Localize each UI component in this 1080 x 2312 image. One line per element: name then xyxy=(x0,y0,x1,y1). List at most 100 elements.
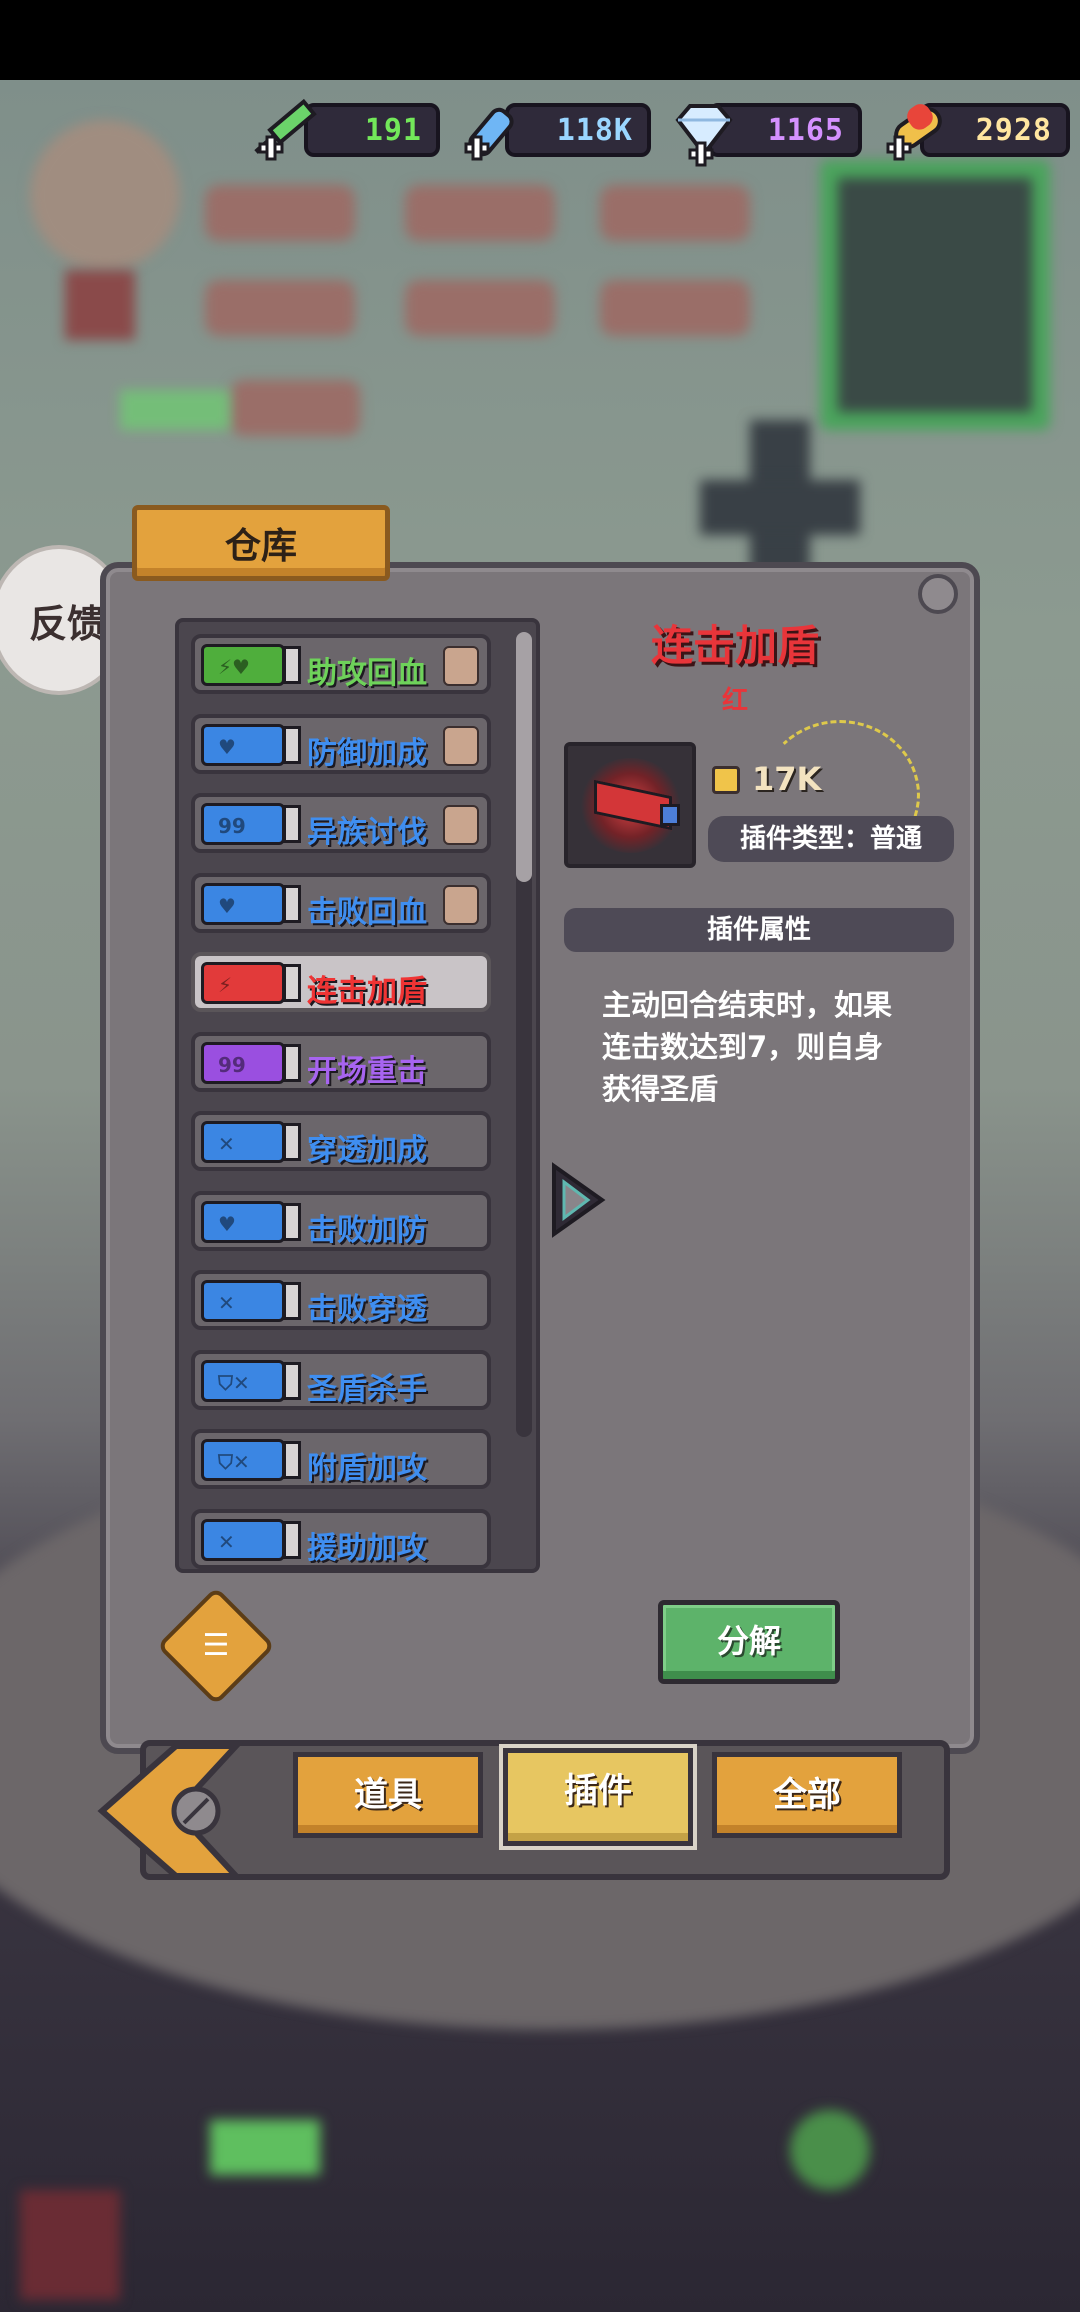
syringe-plus-icon[interactable] xyxy=(248,92,328,172)
character-avatar-icon xyxy=(443,805,479,845)
plug-connector xyxy=(283,964,301,1002)
tab-all[interactable]: 全部 xyxy=(712,1752,902,1838)
plugin-symbol: ♥ xyxy=(218,734,236,759)
plugin-symbol: 99 xyxy=(218,814,246,838)
plugin-list-item-label: 圣盾杀手 xyxy=(307,1371,427,1407)
plugin-list-item[interactable]: ♥ 防御加成 xyxy=(191,713,491,774)
plugin-list-item[interactable]: 99 异族讨伐 xyxy=(191,793,491,853)
plugin-list-item[interactable]: ⚡♥ 助攻回血 xyxy=(191,634,491,694)
plugin-icon: ♥ xyxy=(201,1200,285,1243)
diamond-plus-icon[interactable] xyxy=(664,92,744,172)
plug-connector xyxy=(283,725,301,764)
plugin-list-item-label: 防御加成 xyxy=(307,735,427,771)
background-object xyxy=(20,2190,120,2300)
plugin-name: 连击加盾 xyxy=(650,621,819,670)
plugin-list-item[interactable]: 99 开场重击 xyxy=(191,1031,491,1092)
plug-tip xyxy=(660,804,680,826)
character-avatar-icon xyxy=(443,884,479,925)
plugin-list-item[interactable]: ⚡ 连击加盾 xyxy=(191,952,491,1012)
background-highlight xyxy=(210,2120,320,2175)
background-plate xyxy=(405,280,555,336)
plugin-list-item[interactable]: ♥ 击败回血 xyxy=(191,872,491,933)
background-plate xyxy=(600,280,750,336)
plugin-list-item-label: 穿透加成 xyxy=(307,1133,427,1168)
background-highlight xyxy=(790,2110,870,2190)
plug-connector xyxy=(283,1202,301,1241)
plugin-list-item-label: 异族讨伐 xyxy=(307,815,427,850)
plugin-image xyxy=(564,742,696,868)
tab-items[interactable]: 道具 xyxy=(293,1752,483,1838)
plugin-list-item-label: 援助加攻 xyxy=(307,1530,427,1566)
background-portrait xyxy=(820,160,1050,430)
resource-pill-value: 2928 xyxy=(975,113,1052,148)
plugin-list[interactable]: ⚡♥ 助攻回血 ♥ 防御加成 99 异族讨伐 ♥ 击败回血 ⚡ 连击加盾 99 开场重击 ✕ 穿透加成 ♥ 击… xyxy=(175,618,540,1573)
plugin-icon: ✕ xyxy=(201,1280,285,1322)
background-plate xyxy=(205,280,355,336)
feedback-label: 反馈 xyxy=(28,601,105,646)
plugin-list-item[interactable]: ✕ 击败穿透 xyxy=(191,1270,491,1330)
plugin-list-item-label: 击败穿透 xyxy=(307,1292,427,1327)
plugin-list-item-label: 附盾加攻 xyxy=(307,1451,427,1486)
plugin-list-item-label: 击败加防 xyxy=(307,1212,427,1248)
plugin-icon: ♥ xyxy=(201,882,285,925)
plug-connector xyxy=(283,1441,301,1479)
plugin-list-item-label: 开场重击 xyxy=(307,1053,427,1089)
plugin-icon: ♥ xyxy=(201,723,285,766)
plug-connector xyxy=(283,1282,301,1320)
back-arrow-icon[interactable] xyxy=(96,1736,246,1886)
attributes-header: 插件属性 xyxy=(564,908,954,952)
plugin-symbol: 99 xyxy=(218,1052,246,1077)
background-cross xyxy=(700,480,860,535)
plugin-symbol: ✕ xyxy=(218,1291,235,1315)
plugin-rarity: 红 xyxy=(721,686,748,716)
plugin-symbol: ⚡♥ xyxy=(218,655,250,679)
plugin-list-item[interactable]: ⛉✕ 圣盾杀手 xyxy=(191,1349,491,1410)
tab-plugins[interactable]: 插件 xyxy=(503,1748,693,1846)
plugin-list-item[interactable]: ✕ 援助加攻 xyxy=(191,1508,491,1569)
background-plate xyxy=(600,185,750,241)
plugin-list-item[interactable]: ✕ 穿透加成 xyxy=(191,1111,491,1171)
attributes-description: 主动回合结束时，如果连击数达到7，则自身获得圣盾 xyxy=(602,988,893,1106)
vial-plus-icon[interactable] xyxy=(454,92,534,172)
plugin-icon: ✕ xyxy=(201,1121,285,1163)
plug-connector xyxy=(283,805,301,843)
fist-icon xyxy=(712,766,740,794)
plugin-icon: ⛉✕ xyxy=(201,1359,285,1402)
bolt-icon xyxy=(918,574,958,614)
plugin-list-item[interactable]: ⛉✕ 附盾加攻 xyxy=(191,1429,491,1489)
plugin-list-item[interactable]: ♥ 击败加防 xyxy=(191,1190,491,1251)
panel-title-label: 仓库 xyxy=(224,526,297,567)
plugin-list-item-label: 助攻回血 xyxy=(307,656,427,691)
character-avatar-icon xyxy=(443,646,479,686)
plugin-symbol: ♥ xyxy=(218,1211,236,1236)
plug-connector xyxy=(283,1123,301,1161)
resource-syringe-value: 191 xyxy=(364,113,422,148)
plugin-symbol: ✕ xyxy=(218,1529,235,1554)
resource-diamond-value: 1165 xyxy=(767,113,844,148)
background-avatar xyxy=(30,120,180,270)
plugin-icon: ⚡ xyxy=(201,962,285,1004)
pill-plus-icon[interactable] xyxy=(876,92,956,172)
plugin-list-item-label: 击败回血 xyxy=(307,894,427,930)
background-plate xyxy=(230,380,360,436)
plug-connector xyxy=(283,884,301,923)
plugin-icon: 99 xyxy=(201,1041,285,1084)
plugin-symbol: ✕ xyxy=(218,1132,235,1156)
decompose-button[interactable]: 分解 xyxy=(658,1600,840,1684)
panel-title: 仓库 xyxy=(132,505,390,581)
plugin-power: 17K xyxy=(752,760,822,798)
plugin-icon: ⚡♥ xyxy=(201,644,285,686)
plug-connector xyxy=(283,1520,301,1559)
background-plate xyxy=(405,185,555,241)
plug-connector xyxy=(283,1043,301,1082)
plug-connector xyxy=(283,646,301,684)
plugin-symbol: ⛉✕ xyxy=(218,1450,250,1474)
next-arrow-icon[interactable] xyxy=(548,1160,608,1240)
plugin-symbol: ♥ xyxy=(218,893,236,918)
plugin-icon: 99 xyxy=(201,803,285,845)
plugin-icon: ⛉✕ xyxy=(201,1439,285,1481)
scrollbar-thumb[interactable] xyxy=(516,632,532,882)
resource-vial-value: 118K xyxy=(556,113,633,148)
plug-connector xyxy=(283,1361,301,1400)
plugin-type: 插件类型：普通 xyxy=(708,816,954,862)
